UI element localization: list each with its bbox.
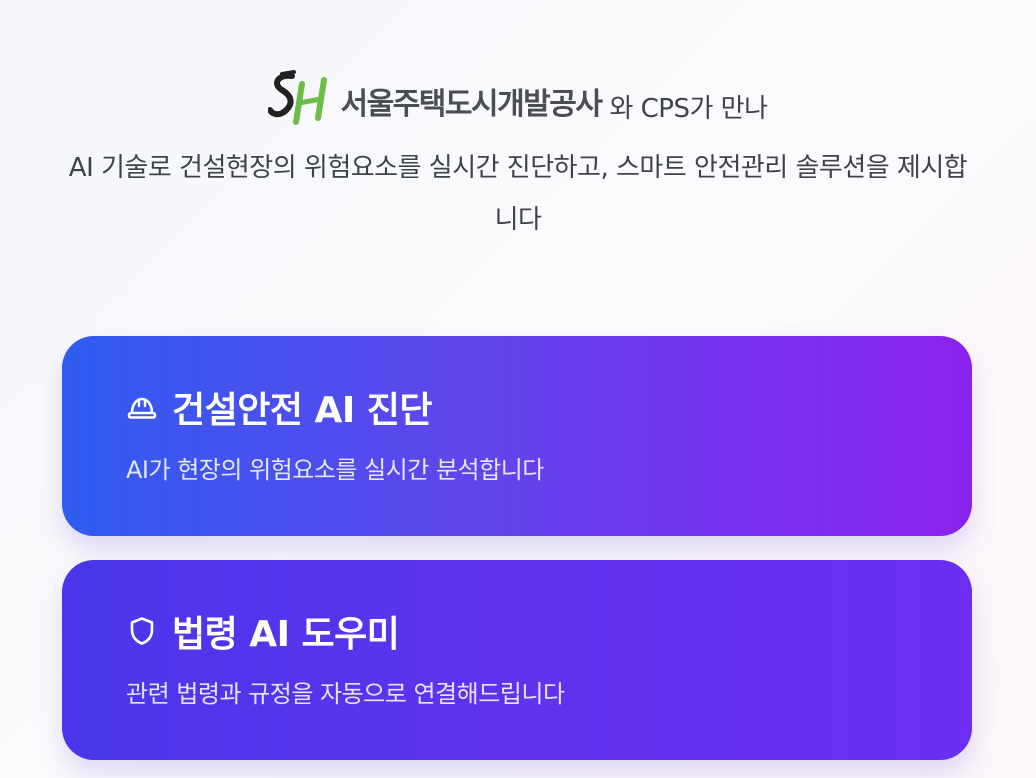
hard-hat-icon bbox=[126, 391, 158, 423]
card-construction-safety-ai[interactable]: 건설안전 AI 진단 AI가 현장의 위험요소를 실시간 분석합니다 bbox=[62, 336, 972, 536]
shield-icon bbox=[126, 615, 158, 647]
card-title: 법령 AI 도우미 bbox=[126, 604, 908, 658]
intro-section: 서울주택도시개발공사 와 CPS가 만나 AI 기술로 건설현장의 위험요소를 … bbox=[40, 68, 996, 246]
intro-headline: 서울주택도시개발공사 와 CPS가 만나 bbox=[40, 68, 996, 126]
intro-description: AI 기술로 건설현장의 위험요소를 실시간 진단하고, 스마트 안전관리 솔루… bbox=[68, 153, 968, 235]
card-law-ai-assistant[interactable]: 법령 AI 도우미 관련 법령과 규정을 자동으로 연결해드립니다 bbox=[62, 560, 972, 760]
card-description: AI가 현장의 위험요소를 실시간 분석합니다 bbox=[126, 456, 544, 484]
card-title-text: 법령 AI 도우미 bbox=[172, 614, 400, 655]
brand-name: 서울주택도시개발공사 bbox=[340, 87, 603, 122]
sh-logo bbox=[268, 70, 334, 126]
brand-tail: 와 CPS가 만나 bbox=[609, 94, 768, 124]
card-description: 관련 법령과 규정을 자동으로 연결해드립니다 bbox=[126, 680, 565, 708]
card-title-text: 건설안전 AI 진단 bbox=[172, 390, 433, 431]
card-title: 건설안전 AI 진단 bbox=[126, 380, 908, 434]
